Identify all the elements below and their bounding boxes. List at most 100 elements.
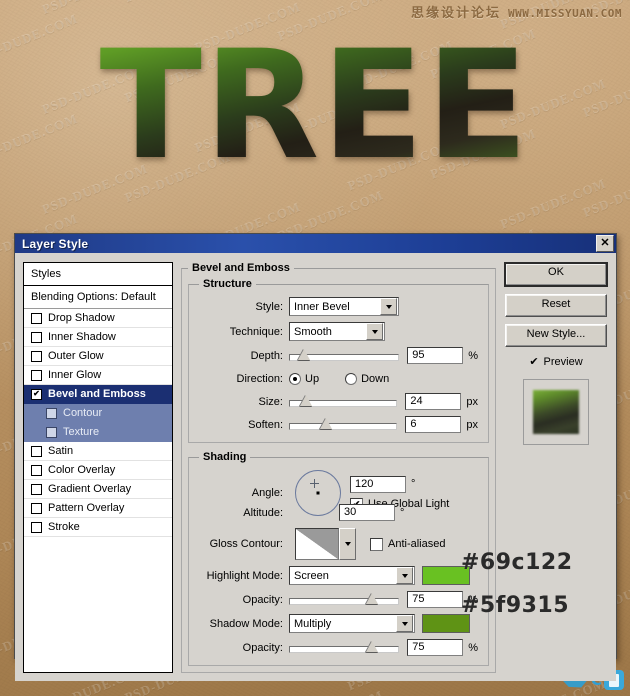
size-unit: px: [466, 395, 478, 408]
highlight-mode-row: Highlight Mode: Screen: [199, 566, 478, 585]
artboard: PSD-DUDE.COM PSD-DUDE.COMPSD-DUDE.COM PSD-…: [0, 0, 630, 696]
shadow-mode-row: Shadow Mode: Multiply: [199, 614, 478, 633]
size-input[interactable]: 24: [405, 393, 462, 410]
effect-label: Pattern Overlay: [48, 502, 125, 514]
effect-item-drop-shadow[interactable]: Drop Shadow: [24, 309, 172, 328]
soften-input[interactable]: 6: [405, 416, 462, 433]
checkbox-icon[interactable]: ✔: [31, 388, 42, 400]
effect-item-bevel-and-emboss[interactable]: ✔ Bevel and Emboss: [24, 385, 172, 404]
effect-label: Color Overlay: [48, 464, 116, 476]
chevron-down-icon[interactable]: [396, 615, 413, 632]
checkbox-icon[interactable]: [31, 369, 42, 381]
shadow-mode-value: Multiply: [294, 617, 332, 630]
soften-label: Soften:: [248, 418, 283, 431]
gloss-contour-dropdown-arrow[interactable]: [339, 528, 356, 560]
highlight-mode-label: Highlight Mode:: [206, 569, 283, 582]
chevron-down-icon[interactable]: [380, 298, 397, 315]
effect-item-inner-shadow[interactable]: Inner Shadow: [24, 328, 172, 347]
reset-button[interactable]: Reset: [505, 294, 607, 317]
checkbox-icon[interactable]: [46, 407, 57, 419]
size-row: Size: 24 px: [199, 393, 478, 410]
shadow-opacity-slider[interactable]: [289, 641, 400, 654]
radio-icon: [345, 372, 358, 385]
angle-input[interactable]: 120: [350, 475, 406, 493]
soften-slider-handle[interactable]: [319, 418, 332, 429]
depth-row: Depth: 95 %: [199, 347, 478, 364]
effect-label: Satin: [48, 445, 74, 457]
angle-dial[interactable]: [295, 470, 341, 516]
checkbox-icon[interactable]: [31, 464, 42, 476]
direction-down-radio[interactable]: Down: [345, 372, 390, 385]
radio-icon: [289, 372, 301, 385]
shadow-opacity-handle[interactable]: [365, 641, 378, 652]
shadow-opacity-unit: %: [468, 641, 478, 654]
preview-label: Preview: [543, 355, 583, 368]
checkbox-icon[interactable]: [31, 312, 42, 324]
highlight-mode-value: Screen: [294, 569, 329, 582]
new-style-button[interactable]: New Style...: [505, 324, 607, 347]
highlight-opacity-handle[interactable]: [365, 593, 378, 604]
direction-up-radio[interactable]: Up: [289, 372, 319, 385]
effect-item-gradient-overlay[interactable]: Gradient Overlay: [24, 480, 172, 499]
highlight-opacity-label: Opacity:: [242, 593, 283, 606]
effect-label: Bevel and Emboss: [48, 388, 146, 400]
technique-dropdown[interactable]: Smooth: [289, 322, 385, 341]
checkbox-icon[interactable]: [31, 521, 42, 533]
effect-label: Gradient Overlay: [48, 483, 132, 495]
checkbox-icon[interactable]: [46, 426, 57, 438]
technique-row: Technique: Smooth: [199, 322, 478, 341]
effect-item-inner-glow[interactable]: Inner Glow: [24, 366, 172, 385]
altitude-label: Altitude:: [243, 506, 283, 519]
close-icon[interactable]: ✕: [596, 235, 614, 252]
effect-label: Contour: [63, 407, 103, 419]
checkbox-icon[interactable]: [31, 331, 42, 343]
ok-button[interactable]: OK: [504, 262, 608, 287]
shading-group: Shading Angle: 120 ° Use Global Light Al…: [188, 451, 489, 666]
effect-item-color-overlay[interactable]: Color Overlay: [24, 461, 172, 480]
preview-checkbox[interactable]: ✔ Preview: [529, 355, 583, 369]
size-slider[interactable]: [289, 395, 398, 408]
checkbox-icon[interactable]: [31, 350, 42, 362]
soften-row: Soften: 6 px: [199, 416, 478, 433]
anti-aliased-checkbox[interactable]: Anti-aliased: [370, 537, 445, 551]
styles-list-panel: Styles Blending Options: Default Drop Sh…: [23, 262, 173, 673]
checkbox-icon[interactable]: [31, 445, 42, 457]
chevron-down-icon[interactable]: [396, 567, 413, 584]
highlight-mode-dropdown[interactable]: Screen: [289, 566, 415, 585]
highlight-opacity-slider[interactable]: [289, 593, 400, 606]
effect-item-pattern-overlay[interactable]: Pattern Overlay: [24, 499, 172, 518]
chevron-down-icon[interactable]: [366, 323, 383, 340]
effect-item-texture[interactable]: Texture: [24, 423, 172, 442]
site-watermark: 思缘设计论坛 WWW.MISSYUAN.COM: [411, 2, 622, 21]
direction-label: Direction:: [236, 372, 283, 385]
gloss-contour-swatch[interactable]: [295, 528, 339, 560]
soften-unit: px: [466, 418, 478, 431]
effect-label: Outer Glow: [48, 350, 104, 362]
size-slider-handle[interactable]: [300, 395, 313, 406]
effect-item-contour[interactable]: Contour: [24, 404, 172, 423]
effect-item-satin[interactable]: Satin: [24, 442, 172, 461]
checkbox-icon[interactable]: [31, 502, 42, 514]
depth-input[interactable]: 95: [407, 347, 464, 364]
altitude-input[interactable]: 30: [339, 504, 395, 521]
highlight-opacity-input[interactable]: 75: [407, 591, 464, 608]
shadow-opacity-input[interactable]: 75: [407, 639, 464, 656]
style-dropdown[interactable]: Inner Bevel: [289, 297, 399, 316]
effect-item-outer-glow[interactable]: Outer Glow: [24, 347, 172, 366]
effect-item-stroke[interactable]: Stroke: [24, 518, 172, 537]
shadow-mode-dropdown[interactable]: Multiply: [289, 614, 415, 633]
angle-unit: °: [411, 478, 416, 490]
altitude-unit: °: [400, 506, 405, 519]
styles-header[interactable]: Styles: [24, 263, 172, 286]
watermark-url: WWW.MISSYUAN.COM: [508, 7, 622, 20]
bevel-settings-panel: Bevel and Emboss Structure Style: Inner …: [181, 262, 496, 673]
effects-list: Drop Shadow Inner Shadow Outer Glow Inner G…: [24, 309, 172, 537]
soften-slider[interactable]: [289, 418, 398, 431]
depth-slider-handle[interactable]: [298, 349, 311, 360]
blending-options-item[interactable]: Blending Options: Default: [24, 286, 172, 309]
highlight-opacity-track: [289, 598, 400, 605]
depth-slider[interactable]: [289, 349, 400, 362]
checkbox-icon[interactable]: [31, 483, 42, 495]
dialog-title: Layer Style: [22, 236, 89, 251]
direction-down-label: Down: [361, 372, 390, 385]
